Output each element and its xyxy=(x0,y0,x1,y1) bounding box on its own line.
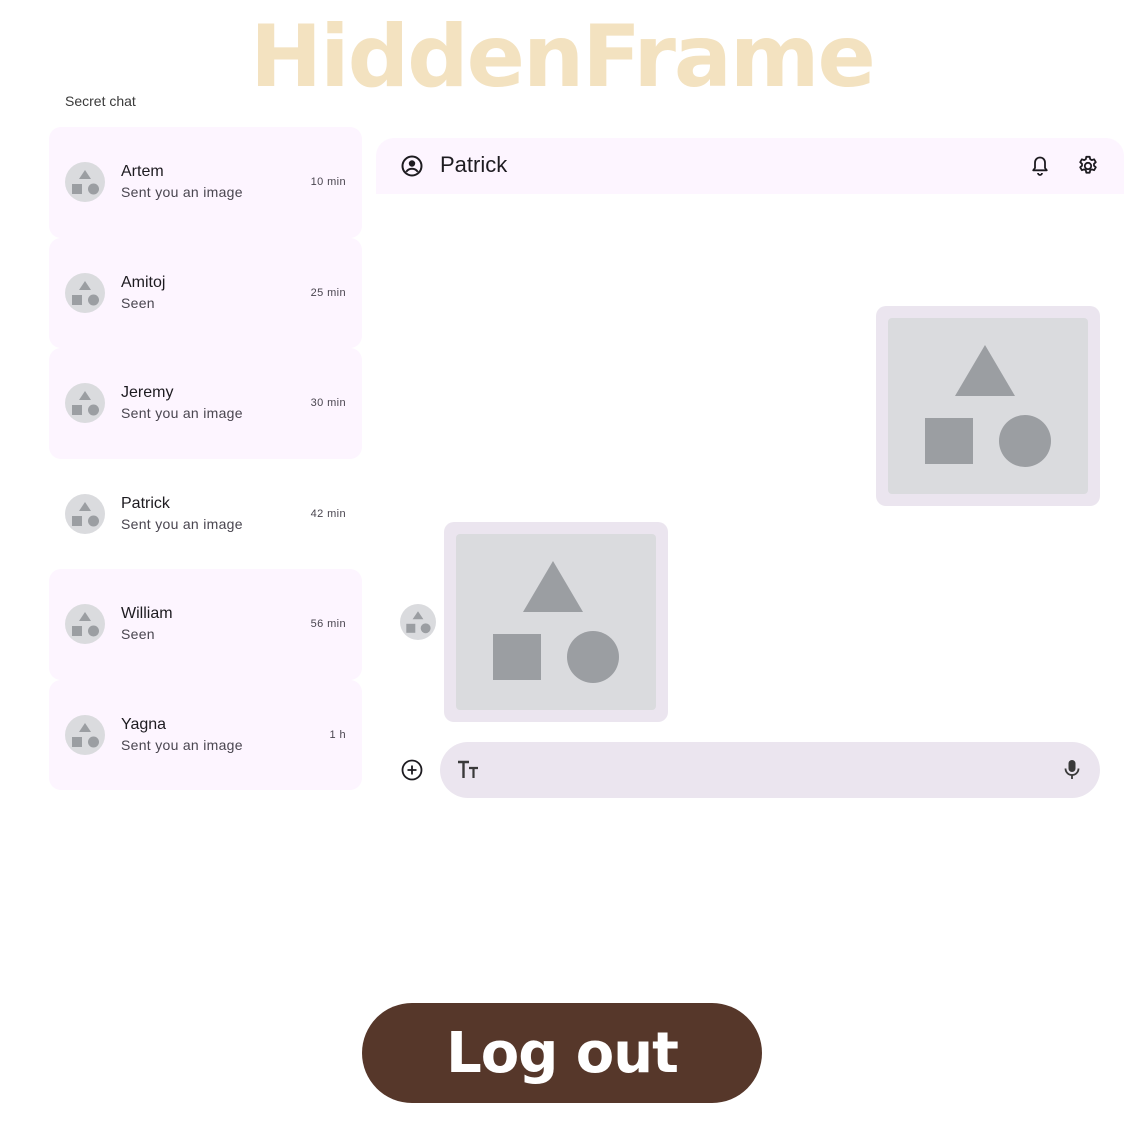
message-preview: Sent you an image xyxy=(121,736,243,753)
chat-list-title: Secret chat xyxy=(65,93,136,109)
logout-button[interactable]: Log out xyxy=(362,1003,762,1103)
contact-name: William xyxy=(121,605,173,622)
contact-name: Jeremy xyxy=(121,384,174,401)
message-preview: Seen xyxy=(121,294,155,311)
contact-name: Artem xyxy=(121,163,164,180)
message-preview: Sent you an image xyxy=(121,405,243,421)
message-time: 42 min xyxy=(310,507,346,520)
chat-list-item-yagna[interactable]: Yagna Sent you an image 1 h xyxy=(49,679,362,790)
add-circle-icon[interactable] xyxy=(401,759,423,786)
message-time: 25 min xyxy=(310,286,346,299)
message-time: 10 min xyxy=(310,176,346,188)
bell-icon[interactable] xyxy=(1028,154,1052,183)
app-logo: HiddenFrame xyxy=(250,7,876,107)
contact-name: Patrick xyxy=(121,494,170,512)
conversation-title: Patrick xyxy=(440,152,508,177)
contact-name: Amitoj xyxy=(121,273,166,291)
image-placeholder-icon xyxy=(456,534,656,710)
chat-list-item-patrick[interactable]: Patrick Sent you an image 42 min xyxy=(49,458,362,569)
message-time: 1 h xyxy=(329,728,346,741)
chat-list-item-jeremy[interactable]: Jeremy Sent you an image 30 min xyxy=(49,348,362,459)
account-circle-icon[interactable] xyxy=(400,154,424,183)
outgoing-image-message[interactable] xyxy=(876,306,1100,506)
mic-icon[interactable] xyxy=(1062,758,1082,787)
message-time: 30 min xyxy=(310,397,346,409)
message-preview: Seen xyxy=(121,626,155,642)
gear-icon[interactable] xyxy=(1076,154,1100,183)
image-placeholder-icon xyxy=(888,318,1088,494)
message-time: 56 min xyxy=(310,618,346,630)
contact-avatar-icon xyxy=(65,714,105,760)
conversation-header: Patrick xyxy=(376,138,1124,194)
message-input[interactable] xyxy=(496,742,1040,800)
text-format-icon[interactable] xyxy=(457,760,481,785)
sender-avatar-icon xyxy=(400,604,436,645)
message-composer xyxy=(440,742,1100,800)
contact-avatar-icon xyxy=(65,383,105,428)
chat-list-item-artem[interactable]: Artem Sent you an image 10 min xyxy=(49,127,362,238)
contact-avatar-icon xyxy=(65,493,105,539)
chat-list: Artem Sent you an image 10 min Amitoj Se… xyxy=(49,127,362,790)
chat-list-item-william[interactable]: William Seen 56 min xyxy=(49,569,362,680)
message-preview: Sent you an image xyxy=(121,184,243,200)
contact-avatar-icon xyxy=(65,604,105,649)
contact-avatar-icon xyxy=(65,272,105,318)
contact-avatar-icon xyxy=(65,162,105,207)
contact-name: Yagna xyxy=(121,715,167,733)
chat-list-item-amitoj[interactable]: Amitoj Seen 25 min xyxy=(49,237,362,348)
incoming-image-message[interactable] xyxy=(444,522,668,722)
message-preview: Sent you an image xyxy=(121,515,243,532)
